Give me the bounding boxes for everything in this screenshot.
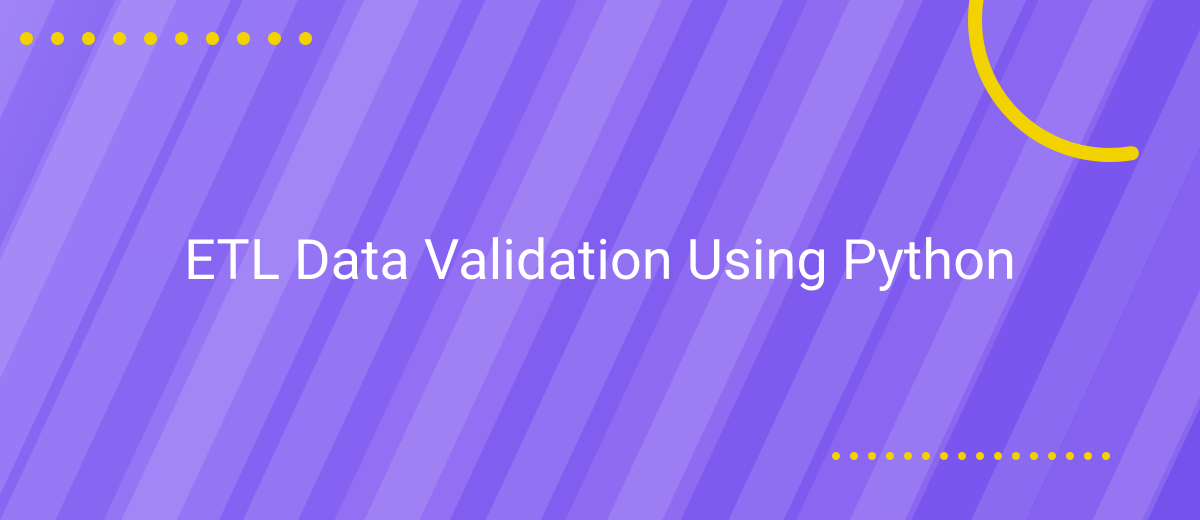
dot-icon bbox=[850, 452, 858, 460]
dot-icon bbox=[299, 32, 312, 45]
dot-icon bbox=[904, 452, 912, 460]
dot-icon bbox=[1084, 452, 1092, 460]
dot-icon bbox=[886, 452, 894, 460]
dot-icon bbox=[976, 452, 984, 460]
dot-icon bbox=[1066, 452, 1074, 460]
dots-bottom-right-decoration bbox=[832, 452, 1110, 460]
dot-icon bbox=[51, 32, 64, 45]
dot-icon bbox=[1012, 452, 1020, 460]
dot-icon bbox=[940, 452, 948, 460]
dot-icon bbox=[1030, 452, 1038, 460]
dot-icon bbox=[868, 452, 876, 460]
dots-top-left-decoration bbox=[20, 32, 312, 45]
dot-icon bbox=[268, 32, 281, 45]
arc-top-right-decoration bbox=[960, 0, 1200, 170]
dot-icon bbox=[1048, 452, 1056, 460]
dot-icon bbox=[832, 452, 840, 460]
dot-icon bbox=[82, 32, 95, 45]
dot-icon bbox=[958, 452, 966, 460]
dot-icon bbox=[113, 32, 126, 45]
arc-bottom-left-decoration bbox=[0, 360, 300, 520]
dot-icon bbox=[1102, 452, 1110, 460]
dot-icon bbox=[20, 32, 33, 45]
dot-icon bbox=[237, 32, 250, 45]
dot-icon bbox=[994, 452, 1002, 460]
dot-icon bbox=[144, 32, 157, 45]
dot-icon bbox=[922, 452, 930, 460]
banner-title: ETL Data Validation Using Python bbox=[60, 225, 1140, 295]
dot-icon bbox=[175, 32, 188, 45]
hero-banner: ETL Data Validation Using Python bbox=[0, 0, 1200, 520]
dot-icon bbox=[206, 32, 219, 45]
